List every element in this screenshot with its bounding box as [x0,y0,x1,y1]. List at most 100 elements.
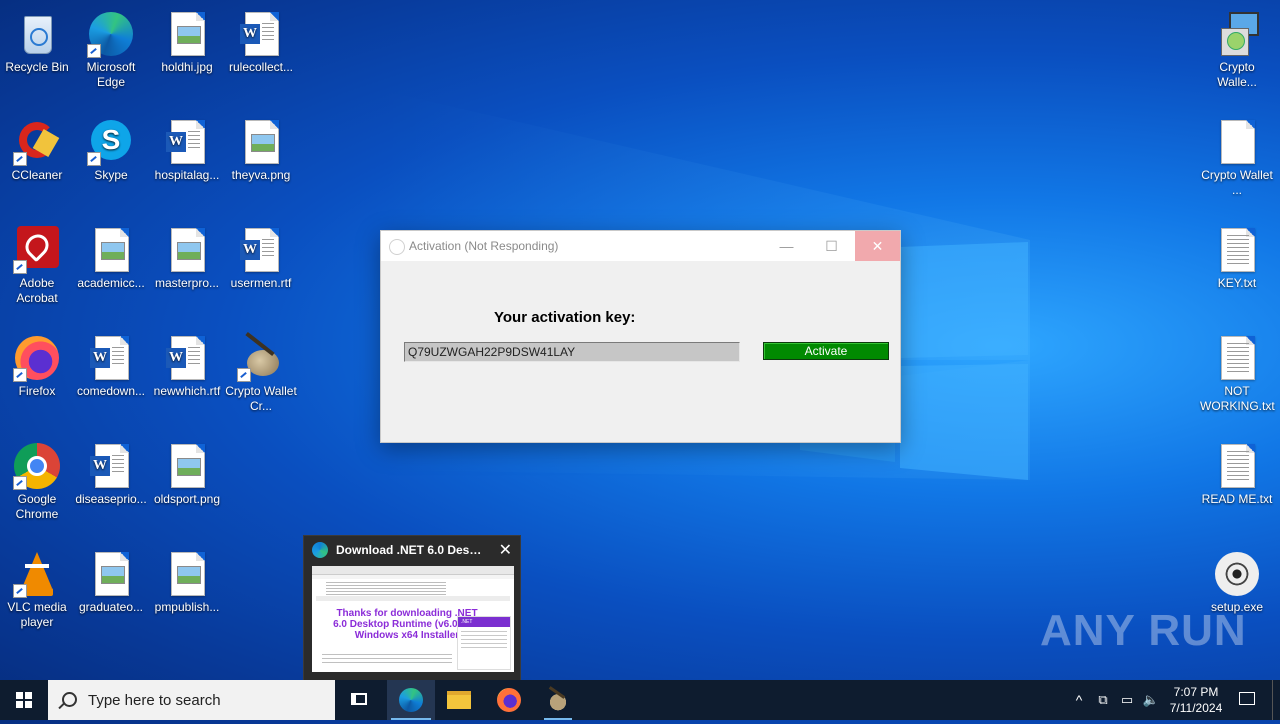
desktop-icon-label: newwhich.rtf [153,384,221,398]
desktop-icon-key-txt[interactable]: KEY.txt [1200,222,1274,291]
desktop-icon-setup-exe[interactable]: setup.exe [1200,546,1274,615]
desktop-icon-read-me-txt[interactable]: READ ME.txt [1200,438,1274,507]
installer-icon [1213,10,1261,58]
word-document-icon: W [237,226,285,274]
show-hidden-icons-chevron[interactable]: ^ [1070,680,1088,720]
desktop-icon-label: rulecollect... [228,60,294,74]
pickaxe-coin-icon [546,689,570,711]
close-button[interactable]: ✕ [855,231,900,261]
desktop-icon-holdhi[interactable]: holdhi.jpg [150,6,224,75]
desktop-icon-firefox[interactable]: Firefox [0,330,74,399]
desktop-icon-diseasepri[interactable]: W diseaseprio... [74,438,148,507]
desktop-icon-ccleaner[interactable]: CCleaner [0,114,74,183]
desktop-icon-label: comedown... [76,384,146,398]
image-file-icon [163,442,211,490]
desktop-icon-label: Firefox [18,384,56,398]
desktop-icon-label: academicc... [77,276,145,290]
clock-date: 7/11/2024 [1169,701,1223,715]
desktop-icon-crypto-wallet-cr[interactable]: Crypto Wallet Cr... [224,330,298,414]
word-document-icon: W [87,334,135,382]
maximize-button[interactable]: ☐ [809,231,854,261]
desktop-icon-label: Google Chrome [15,492,59,521]
word-document-icon: W [237,10,285,58]
desktop-icon-academicc[interactable]: academicc... [74,222,148,291]
desktop-icon-label: usermen.rtf [230,276,292,290]
volume-icon[interactable]: 🔈 [1140,680,1162,720]
disc-setup-icon [1213,550,1261,598]
desktop-icon-label: Crypto Wallet Cr... [225,384,297,413]
image-file-icon [87,226,135,274]
desktop-icon-crypto-walle-installer[interactable]: Crypto Walle... [1200,6,1274,90]
taskbar-edge[interactable] [387,680,435,720]
minimize-button[interactable]: — [764,231,809,261]
preview-close-button[interactable]: ✕ [499,540,512,560]
windows-logo-icon [16,692,32,708]
desktop-icon-label: graduateo... [78,600,144,614]
task-view-button[interactable] [345,680,375,720]
desktop-icon-rulecollect[interactable]: W rulecollect... [224,6,298,75]
text-file-icon [1213,334,1261,382]
desktop-icon-label: oldsport.png [153,492,221,506]
desktop-icon-not-working-txt[interactable]: NOT WORKING.txt [1200,330,1275,414]
firefox-icon [13,334,61,382]
meet-now-icon[interactable]: ⧉ [1092,680,1114,720]
desktop-icon-graduateo[interactable]: graduateo... [74,546,148,615]
recycle-bin-icon [13,10,61,58]
desktop-icon-usermen[interactable]: W usermen.rtf [224,222,298,291]
activation-key-field[interactable]: Q79UZWGAH22P9DSW41LAY [404,342,740,362]
desktop-icon-label: Recycle Bin [5,60,69,74]
taskbar-file-explorer[interactable] [435,680,483,720]
pickaxe-coin-icon [237,331,285,382]
desktop-icon-pmpublish[interactable]: pmpublish... [150,546,224,615]
window-title: Activation (Not Responding) [409,239,559,253]
window-titlebar[interactable]: Activation (Not Responding) — ☐ ✕ [381,231,900,261]
taskbar-clock[interactable]: 7:07 PM 7/11/2024 [1160,680,1232,724]
desktop-icon-label: holdhi.jpg [161,60,213,74]
desktop-icon-google-chrome[interactable]: Google Chrome [0,438,74,522]
task-view-icon [351,693,367,705]
taskbar-crypto-wallet[interactable] [534,680,582,720]
word-document-icon: W [87,442,135,490]
word-document-icon: W [163,334,211,382]
desktop-icon-vlc[interactable]: VLC media player [0,546,74,630]
vlc-icon [13,550,61,598]
desktop-icon-label: pmpublish... [154,600,220,614]
action-center-button[interactable] [1234,680,1260,720]
desktop-icon-label: Crypto Wallet ... [1201,168,1273,197]
taskbar-search-box[interactable]: Type here to search [48,680,335,720]
desktop-icon-label: theyva.png [231,168,291,182]
blank-file-icon [1213,118,1261,166]
activate-button[interactable]: Activate [763,342,889,360]
desktop-icon-comedown[interactable]: W comedown... [74,330,148,399]
network-icon[interactable]: ▭ [1116,680,1138,720]
notification-icon [1239,692,1255,705]
text-file-icon [1213,442,1261,490]
desktop-icon-label: VLC media player [7,600,67,629]
image-file-icon [87,550,135,598]
desktop-icon-crypto-wallet-file[interactable]: Crypto Wallet ... [1200,114,1274,198]
word-document-icon: W [163,118,211,166]
desktop-icon-label: KEY.txt [1217,276,1257,290]
desktop-icon-theyva[interactable]: theyva.png [224,114,298,183]
folder-icon [447,691,471,709]
anyrun-watermark: ANY RUN [1040,606,1247,655]
desktop-icon-recycle-bin[interactable]: Recycle Bin [0,6,74,75]
edge-icon [312,542,328,558]
thumbnail-sidebar: .NET [457,616,511,670]
desktop-icon-hospitalag[interactable]: W hospitalag... [150,114,224,183]
desktop-icon-skype[interactable]: S Skype [74,114,148,183]
desktop-icon-newwhich[interactable]: W newwhich.rtf [150,330,224,399]
preview-title: Download .NET 6.0 Deskt... [336,543,486,557]
show-desktop-button[interactable] [1272,680,1280,720]
taskbar-firefox[interactable] [485,680,533,720]
desktop-icon-oldsport[interactable]: oldsport.png [150,438,224,507]
desktop-icon-label: Microsoft Edge [86,60,136,89]
desktop-icon-masterpro[interactable]: masterpro... [150,222,224,291]
taskbar: Type here to search ^ ⧉ ▭ 🔈 7:07 PM 7/11… [0,680,1280,720]
desktop-icon-adobe-acrobat[interactable]: Adobe Acrobat [0,222,74,306]
start-button[interactable] [0,680,48,720]
edge-taskbar-preview[interactable]: Download .NET 6.0 Deskt... ✕ Thanks for … [303,535,521,681]
edge-icon [399,688,423,712]
desktop-icon-label: Crypto Walle... [1217,60,1257,89]
desktop-icon-microsoft-edge[interactable]: Microsoft Edge [74,6,148,90]
